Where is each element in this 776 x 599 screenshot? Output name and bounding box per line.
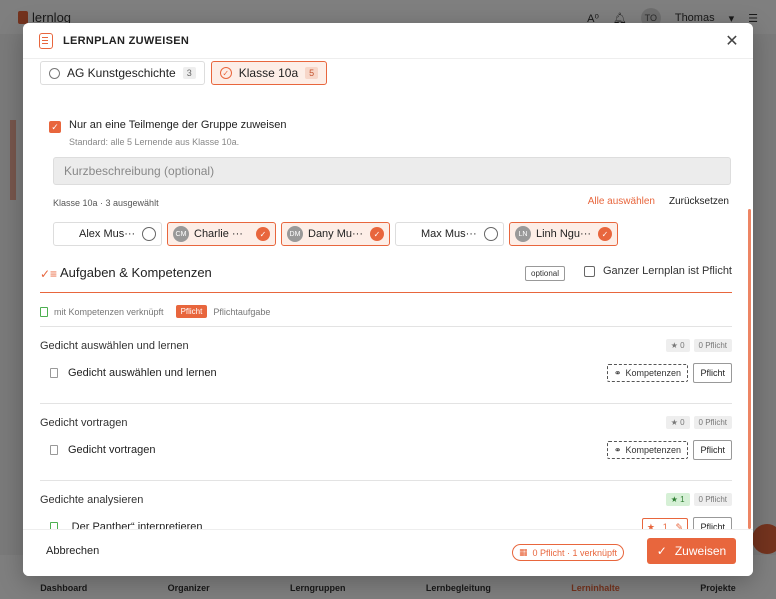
check-icon: ✓ xyxy=(656,544,667,558)
description-input[interactable] xyxy=(53,157,731,185)
student-name: Linh Ngu··· xyxy=(536,228,592,240)
task-name: „Der Panther“ interpretieren xyxy=(68,521,203,529)
whole-plan-toggle[interactable]: Ganzer Lernplan ist Pflicht xyxy=(583,265,732,277)
plan-icon xyxy=(39,32,53,49)
competencies-button[interactable]: ⚭ Kompetenzen xyxy=(606,441,688,459)
radio-icon xyxy=(142,227,156,241)
pflicht-button[interactable]: Pflicht xyxy=(693,440,732,460)
star-count: ★ 0 xyxy=(665,339,690,352)
modal-footer: Abbrechen ▦ 0 Pflicht · 1 verknüpft ✓ Zu… xyxy=(23,529,753,576)
group-selector: AG Kunstgeschichte 3 ✓ Klasse 10a 5 xyxy=(40,61,328,85)
task-item: Gedicht auswählen und lernen ⚭ Kompetenz… xyxy=(50,363,732,383)
star-count: ★ 0 xyxy=(665,416,690,429)
whole-plan-label: Ganzer Lernplan ist Pflicht xyxy=(602,265,732,277)
radio-icon xyxy=(49,67,60,79)
group-name: AG Kunstgeschichte xyxy=(67,66,176,80)
check-circle-icon: ✓ xyxy=(219,67,232,79)
calendar-grid-icon: ▦ xyxy=(519,547,528,557)
pflicht-badge: Pflicht xyxy=(175,305,208,318)
star-count: ★ 1 xyxy=(665,493,690,506)
required-count: 0 Pflicht xyxy=(693,339,732,352)
student-chip[interactable]: CM Charlie ··· ✓ xyxy=(167,222,276,246)
select-all-button[interactable]: Alle auswählen xyxy=(588,196,655,207)
avatar: CM xyxy=(173,226,189,242)
task-group: Gedichte analysieren ★ 1 0 Pflicht „Der … xyxy=(40,480,732,529)
document-linked-icon xyxy=(50,522,58,529)
subset-label: Nur an eine Teilmenge der Gruppe zuweise… xyxy=(69,119,287,131)
selection-summary: Klasse 10a · 3 ausgewählt xyxy=(53,198,159,208)
student-name: Dany Mu··· xyxy=(308,228,364,240)
radio-icon xyxy=(484,227,498,241)
student-chip[interactable]: Alex Mus··· xyxy=(53,222,162,246)
subset-hint: Standard: alle 5 Lernende aus Klasse 10a… xyxy=(69,137,240,147)
legend: mit Kompetenzen verknüpft Pflicht Pflich… xyxy=(40,305,270,318)
student-name: Max Mus··· xyxy=(421,228,477,240)
summary-pill: ▦ 0 Pflicht · 1 verknüpft xyxy=(512,544,625,561)
competency-star-button[interactable]: ★ 1 ✎ xyxy=(642,518,688,529)
student-name: Charlie ··· xyxy=(194,228,243,240)
task-name: Gedicht auswählen und lernen xyxy=(68,367,217,379)
legend-required: Pflichtaufgabe xyxy=(213,306,271,317)
assign-button[interactable]: ✓ Zuweisen xyxy=(647,538,736,564)
document-icon xyxy=(50,368,58,378)
required-count: 0 Pflicht xyxy=(693,416,732,429)
task-name: Gedicht vortragen xyxy=(68,444,156,456)
avatar: DM xyxy=(287,226,303,242)
check-circle-icon: ✓ xyxy=(598,227,612,241)
student-name: Alex Mus··· xyxy=(79,228,136,240)
required-count: 0 Pflicht xyxy=(693,493,732,506)
document-icon xyxy=(50,445,58,455)
pflicht-button[interactable]: Pflicht xyxy=(693,517,732,529)
checklist-icon: ✓≡ xyxy=(40,267,58,281)
cancel-button[interactable]: Abbrechen xyxy=(46,545,99,557)
reset-button[interactable]: Zurücksetzen xyxy=(669,196,729,207)
modal-body: AG Kunstgeschichte 3 ✓ Klasse 10a 5 ✓ Nu… xyxy=(23,59,753,529)
group-option-klasse-10a[interactable]: ✓ Klasse 10a 5 xyxy=(210,61,328,85)
task-group: Gedicht vortragen ★ 0 0 Pflicht Gedicht … xyxy=(40,403,732,469)
checkbox-icon[interactable] xyxy=(583,265,595,277)
legend-linked: mit Kompetenzen verknüpft xyxy=(54,306,164,317)
task-group-title: Gedicht auswählen und lernen xyxy=(40,340,189,352)
scrollbar[interactable] xyxy=(748,209,751,529)
check-circle-icon: ✓ xyxy=(256,227,270,241)
star-icon: ★ xyxy=(646,521,655,530)
student-chip[interactable]: LN Linh Ngu··· ✓ xyxy=(509,222,618,246)
modal-title: LERNPLAN ZUWEISEN xyxy=(63,34,190,47)
student-list: Alex Mus··· CM Charlie ··· ✓ DM Dany Mu·… xyxy=(53,222,618,246)
tasks-title: Aufgaben & Kompetenzen xyxy=(60,265,212,280)
group-option-ag-kunstgeschichte[interactable]: AG Kunstgeschichte 3 xyxy=(40,61,205,85)
group-count: 5 xyxy=(305,67,319,79)
check-circle-icon: ✓ xyxy=(370,227,384,241)
close-button[interactable]: ✕ xyxy=(723,32,741,50)
pencil-icon: ✎ xyxy=(675,521,684,530)
optional-badge: optional xyxy=(525,266,566,281)
avatar: LN xyxy=(515,226,531,242)
task-group-title: Gedicht vortragen xyxy=(40,417,128,429)
checkbox-checked-icon[interactable]: ✓ xyxy=(49,121,61,133)
student-chip[interactable]: DM Dany Mu··· ✓ xyxy=(281,222,390,246)
task-item: „Der Panther“ interpretieren ★ 1 ✎ Pflic… xyxy=(50,517,732,529)
competencies-button[interactable]: ⚭ Kompetenzen xyxy=(606,364,688,382)
group-count: 3 xyxy=(182,67,196,79)
link-icon: ⚭ xyxy=(613,367,622,378)
task-group: Gedicht auswählen und lernen ★ 0 0 Pflic… xyxy=(40,326,732,392)
assign-plan-modal: LERNPLAN ZUWEISEN ✕ AG Kunstgeschichte 3… xyxy=(23,23,753,576)
document-linked-icon xyxy=(40,306,48,317)
pflicht-button[interactable]: Pflicht xyxy=(693,363,732,383)
summary-text: 0 Pflicht · 1 verknüpft xyxy=(532,547,618,558)
modal-header: LERNPLAN ZUWEISEN ✕ xyxy=(23,23,753,59)
group-name: Klasse 10a xyxy=(238,66,299,80)
student-chip[interactable]: Max Mus··· xyxy=(395,222,504,246)
subset-option[interactable]: ✓ Nur an eine Teilmenge der Gruppe zuwei… xyxy=(49,119,286,147)
tasks-header: ✓≡ Aufgaben & Kompetenzen optional Ganze… xyxy=(40,261,732,293)
link-icon: ⚭ xyxy=(613,444,622,455)
task-group-title: Gedichte analysieren xyxy=(40,494,144,506)
task-item: Gedicht vortragen ⚭ Kompetenzen Pflicht xyxy=(50,440,732,460)
selection-row: Klasse 10a · 3 ausgewählt Alle auswählen… xyxy=(53,196,729,212)
